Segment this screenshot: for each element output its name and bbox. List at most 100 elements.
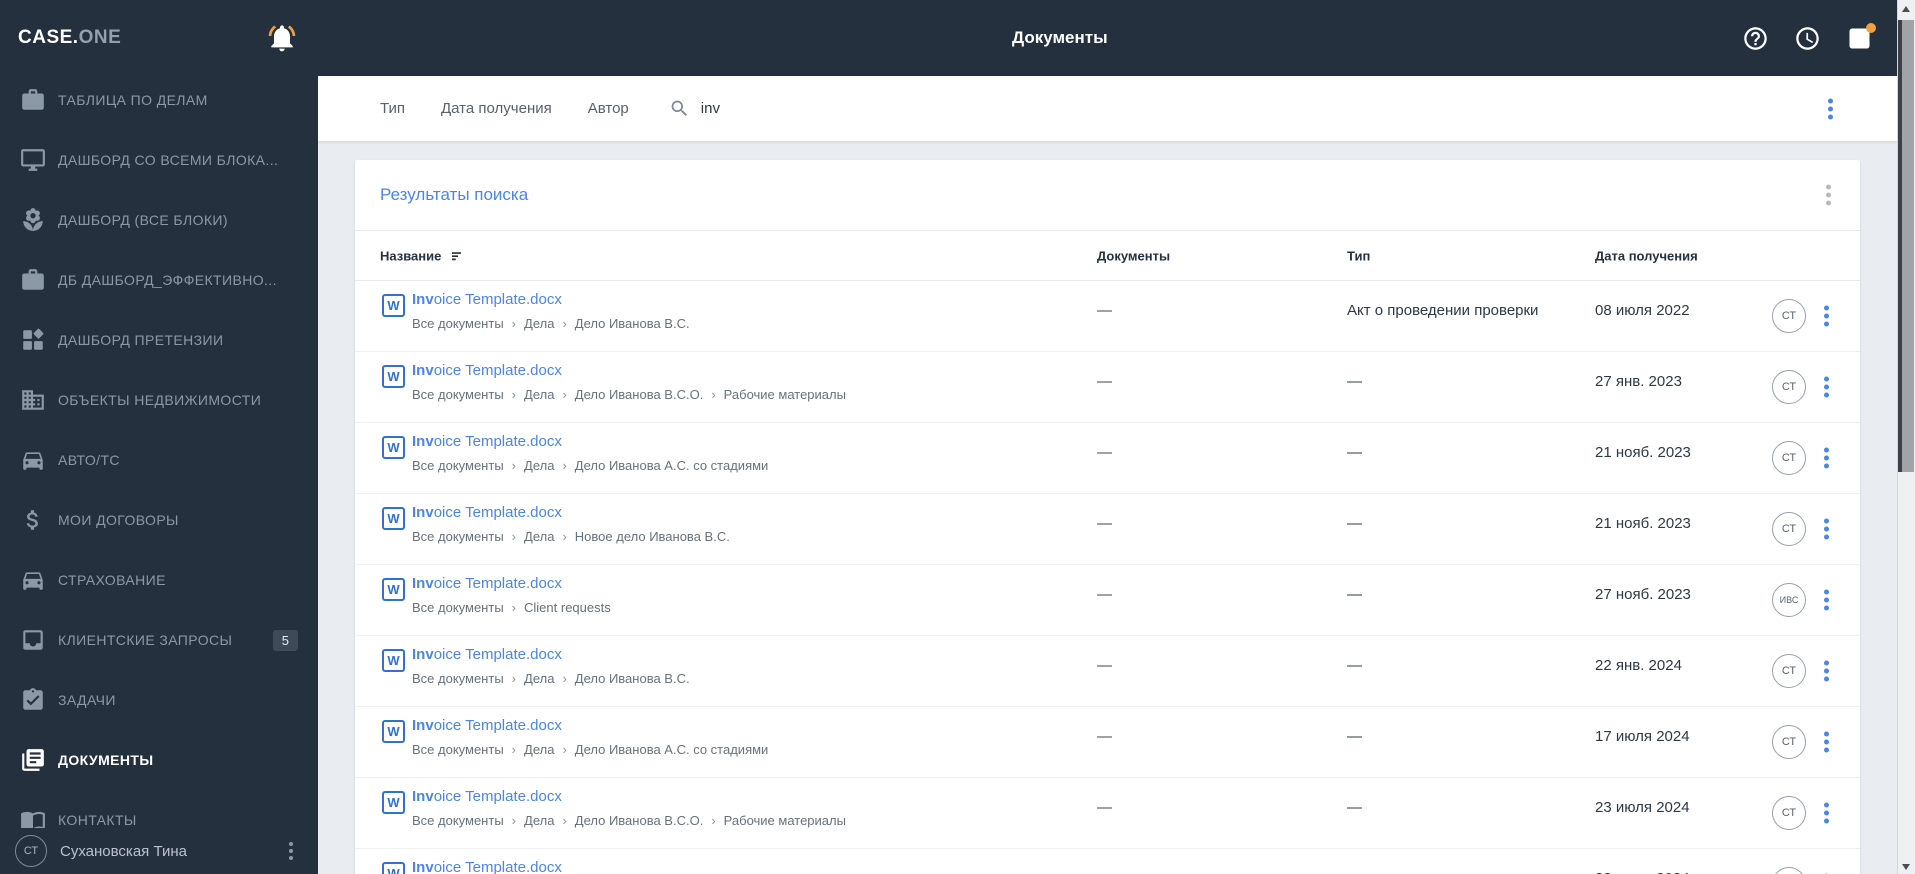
breadcrumb-segment[interactable]: Дела [524,671,554,686]
breadcrumb-segment[interactable]: Дело Иванова А.С. со стадиями [575,458,769,473]
car-icon [20,567,46,593]
breadcrumb-segment[interactable]: Дело Иванова В.С. [575,671,690,686]
column-name[interactable]: Название [380,248,464,263]
document-link[interactable]: Invoice Template.docx [412,859,562,874]
document-link[interactable]: Invoice Template.docx [412,717,562,734]
breadcrumb-segment[interactable]: Рабочие материалы [724,387,846,402]
notification-dot [1866,22,1876,33]
sidebar-item[interactable]: ОБЪЕКТЫ НЕДВИЖИМОСТИ [0,376,318,424]
breadcrumb-segment[interactable]: Все документы [412,742,504,757]
breadcrumb-segment[interactable]: Все документы [412,316,504,331]
breadcrumb-segment[interactable]: Client requests [524,600,611,615]
table-row[interactable]: W Invoice Template.docx Все документы › Де… [355,778,1860,849]
sidebar-item[interactable]: ДАШБОРД СО ВСЕМИ БЛОКА... [0,136,318,184]
row-menu-button[interactable] [1821,800,1832,827]
breadcrumb-segment[interactable]: Дела [524,813,554,828]
side-panel-icon[interactable] [1846,22,1876,52]
breadcrumb-segment[interactable]: Дела [524,387,554,402]
sidebar-item[interactable]: ЗАДАЧИ [0,676,318,724]
breadcrumb-segment[interactable]: Все документы [412,458,504,473]
breadcrumb-segment[interactable]: Дела [524,529,554,544]
document-link[interactable]: Invoice Template.docx [412,788,562,805]
documents-cell: — [1097,444,1112,461]
user-avatar[interactable]: СТ [15,835,47,867]
results-card-header: Результаты поиска [355,160,1860,230]
history-clock-icon[interactable] [1794,25,1821,52]
breadcrumb-segment[interactable]: Все документы [412,529,504,544]
breadcrumb-segment[interactable]: Дело Иванова В.С.О. [575,387,704,402]
sidebar-item[interactable]: ДБ ДАШБОРД_ЭФФЕКТИВНО... [0,256,318,304]
table-row[interactable]: W Invoice Template.docx Все документы › Де… [355,423,1860,494]
row-menu-button[interactable] [1821,374,1832,401]
brand-logo[interactable]: CASE. ONE [18,0,121,76]
user-menu-button[interactable] [286,839,296,863]
breadcrumb-segment[interactable]: Дела [524,742,554,757]
author-avatar[interactable]: СТ [1772,441,1806,475]
sidebar-item[interactable]: ТАБЛИЦА ПО ДЕЛАМ [0,76,318,124]
filter-menu-button[interactable] [1825,95,1836,122]
document-link[interactable]: Invoice Template.docx [412,362,562,379]
row-menu-button[interactable] [1821,587,1832,614]
row-menu-button[interactable] [1821,729,1832,756]
author-avatar[interactable]: ИВС [1772,583,1806,617]
results-menu-button[interactable] [1823,182,1834,209]
breadcrumb-segment[interactable]: Рабочие материалы [724,813,846,828]
sidebar-item[interactable]: КЛИЕНТСКИЕ ЗАПРОСЫ 5 [0,616,318,664]
breadcrumb-segment[interactable]: Дело Иванова А.С. со стадиями [575,742,769,757]
author-avatar[interactable]: СТ [1772,512,1806,546]
breadcrumb-segment[interactable]: Дело Иванова В.С.О. [575,813,704,828]
breadcrumb-segment[interactable]: Новое дело Иванова В.С. [575,529,730,544]
breadcrumb-segment[interactable]: Дела [524,458,554,473]
author-avatar[interactable]: СТ [1772,654,1806,688]
briefcase-icon [20,87,46,113]
row-menu-button[interactable] [1821,658,1832,685]
table-row[interactable]: W Invoice Template.docx Все документы › Де… [355,352,1860,423]
window-scrollbar[interactable] [1897,0,1915,874]
author-avatar[interactable]: СТ [1772,796,1806,830]
row-menu-button[interactable] [1821,516,1832,543]
scrollbar-thumb[interactable] [1898,20,1914,472]
row-menu-button[interactable] [1821,871,1832,874]
documents-cell: — [1097,870,1112,874]
document-link[interactable]: Invoice Template.docx [412,504,562,521]
breadcrumb-segment[interactable]: Дело Иванова В.С. [575,316,690,331]
breadcrumb-segment[interactable]: Все документы [412,387,504,402]
table-row[interactable]: W Invoice Template.docx Все документы › Cl… [355,565,1860,636]
author-avatar[interactable]: СТ [1772,867,1806,874]
breadcrumb-segment[interactable]: Дела [524,316,554,331]
breadcrumb-segment[interactable]: Все документы [412,600,504,615]
row-menu-button[interactable] [1821,445,1832,472]
table-row[interactable]: W Invoice Template.docx — — 23 июля 2024… [355,849,1860,874]
user-bar[interactable]: СТ Сухановская Тина [0,828,318,874]
word-file-icon: W [382,436,405,459]
scrollbar-down-arrow[interactable] [1902,864,1910,870]
sidebar-item[interactable]: ДАШБОРД ПРЕТЕНЗИИ [0,316,318,364]
breadcrumb-segment[interactable]: Все документы [412,671,504,686]
table-row[interactable]: W Invoice Template.docx Все документы › Де… [355,707,1860,778]
document-link[interactable]: Invoice Template.docx [412,575,562,592]
table-row[interactable]: W Invoice Template.docx Все документы › Де… [355,636,1860,707]
breadcrumb-segment[interactable]: Все документы [412,813,504,828]
row-menu-button[interactable] [1821,303,1832,330]
sidebar-item[interactable]: ДОКУМЕНТЫ [0,736,318,784]
search-input[interactable] [698,99,843,118]
sidebar-item[interactable]: ДАШБОРД (ВСЕ БЛОКИ) [0,196,318,244]
filter-date-received[interactable]: Дата получения [441,100,552,117]
author-avatar[interactable]: СТ [1772,725,1806,759]
document-link[interactable]: Invoice Template.docx [412,291,562,308]
document-link[interactable]: Invoice Template.docx [412,646,562,663]
sidebar-item[interactable]: АВТО/ТС [0,436,318,484]
author-avatar[interactable]: СТ [1772,370,1806,404]
table-row[interactable]: W Invoice Template.docx Все документы › Де… [355,281,1860,352]
filter-type[interactable]: Тип [380,100,405,117]
type-cell: — [1347,444,1362,461]
table-row[interactable]: W Invoice Template.docx Все документы › Де… [355,494,1860,565]
filter-author[interactable]: Автор [588,100,629,117]
author-avatar[interactable]: СТ [1772,299,1806,333]
sidebar-item[interactable]: СТРАХОВАНИЕ [0,556,318,604]
document-link[interactable]: Invoice Template.docx [412,433,562,450]
sidebar-item[interactable]: МОИ ДОГОВОРЫ [0,496,318,544]
help-icon[interactable] [1742,25,1769,52]
scrollbar-up-arrow[interactable] [1902,6,1910,12]
notifications-bell-icon[interactable] [266,22,298,54]
